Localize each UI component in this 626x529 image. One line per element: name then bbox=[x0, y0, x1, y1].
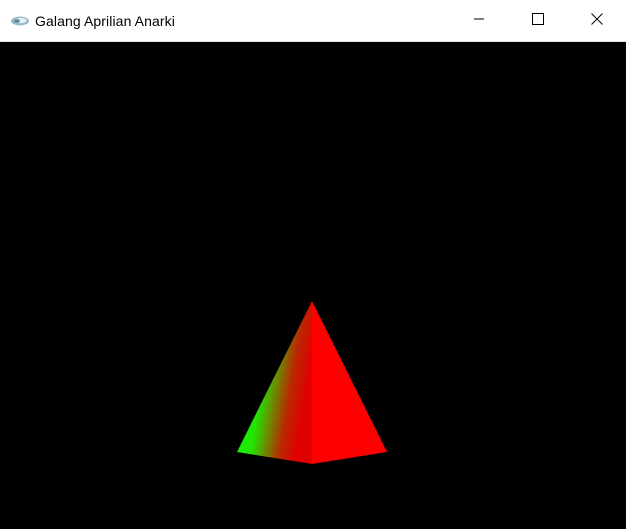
close-button[interactable] bbox=[567, 0, 626, 42]
maximize-button[interactable] bbox=[508, 0, 567, 42]
opengl-app-icon bbox=[9, 10, 31, 32]
maximize-icon bbox=[531, 12, 544, 30]
pyramid-left-face bbox=[237, 301, 312, 464]
application-window: Galang Aprilian Anarki bbox=[0, 0, 626, 529]
scene-svg bbox=[237, 301, 387, 464]
minimize-icon bbox=[473, 12, 485, 30]
title-bar[interactable]: Galang Aprilian Anarki bbox=[0, 0, 626, 42]
close-icon bbox=[590, 12, 603, 30]
opengl-render-canvas[interactable] bbox=[0, 42, 626, 529]
minimize-button[interactable] bbox=[449, 0, 508, 42]
pyramid-right-face bbox=[312, 301, 387, 464]
window-controls bbox=[449, 0, 626, 42]
window-title: Galang Aprilian Anarki bbox=[35, 12, 175, 29]
